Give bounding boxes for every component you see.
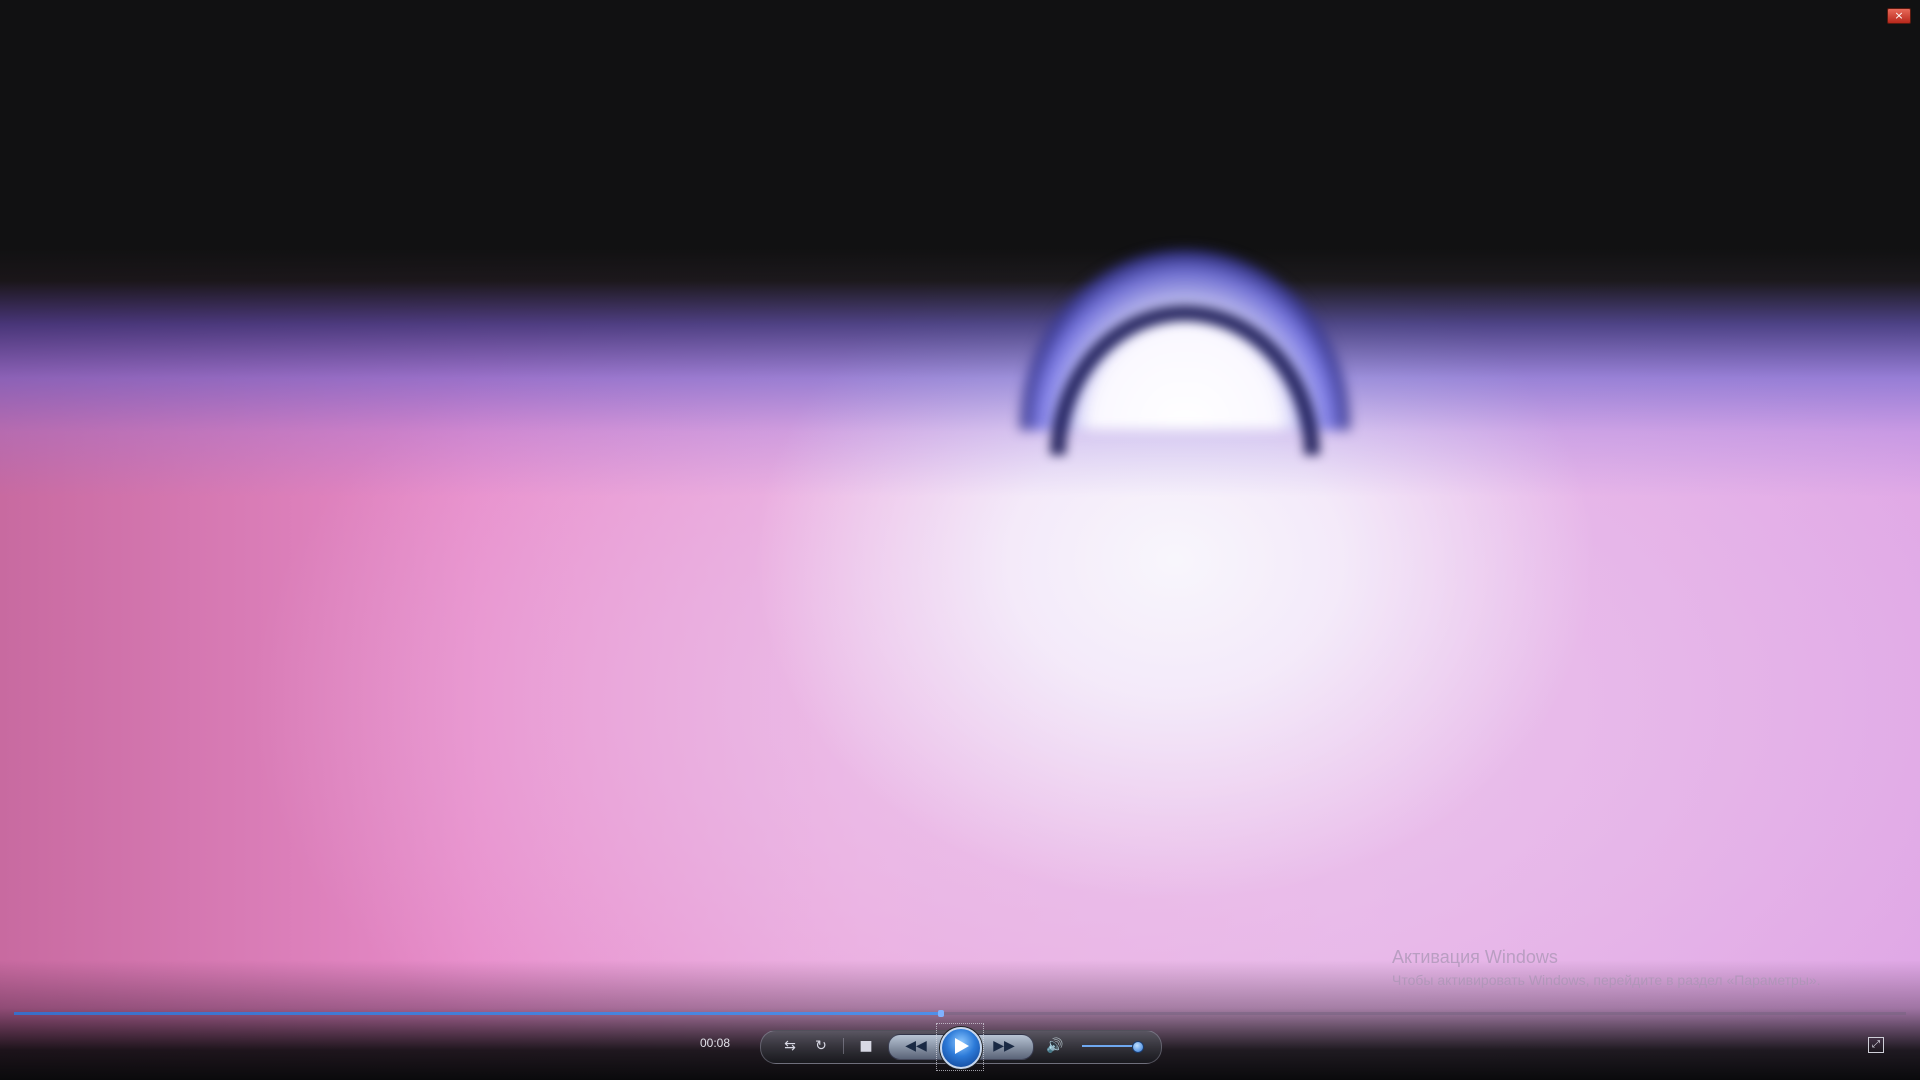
volume-slider-fill bbox=[1082, 1045, 1138, 1047]
previous-icon[interactable]: ◀◀ bbox=[894, 1034, 938, 1058]
play-icon bbox=[955, 1038, 969, 1054]
activation-watermark: Активация Windows Чтобы активировать Win… bbox=[1392, 947, 1821, 988]
video-frame[interactable] bbox=[0, 0, 1920, 1080]
volume-icon[interactable]: 🔊 bbox=[1044, 1036, 1066, 1056]
video-dark-top bbox=[0, 0, 1920, 1080]
close-icon[interactable]: × bbox=[1887, 8, 1911, 24]
divider bbox=[843, 1038, 844, 1054]
seek-bar-fill bbox=[14, 1012, 942, 1015]
fullscreen-icon[interactable]: ⤢ bbox=[1868, 1037, 1884, 1053]
seek-bar[interactable] bbox=[14, 1010, 1906, 1017]
stop-icon[interactable]: ■ bbox=[855, 1036, 877, 1056]
watermark-subtitle: Чтобы активировать Windows, перейдите в … bbox=[1392, 972, 1821, 988]
elapsed-time: 00:08 bbox=[700, 1036, 731, 1050]
watermark-title: Активация Windows bbox=[1392, 947, 1558, 967]
seek-bar-thumb[interactable] bbox=[938, 1010, 945, 1017]
next-icon[interactable]: ▶▶ bbox=[982, 1034, 1026, 1058]
repeat-icon[interactable]: ↻ bbox=[810, 1036, 832, 1056]
shuffle-icon[interactable]: ⇆ bbox=[779, 1036, 801, 1056]
